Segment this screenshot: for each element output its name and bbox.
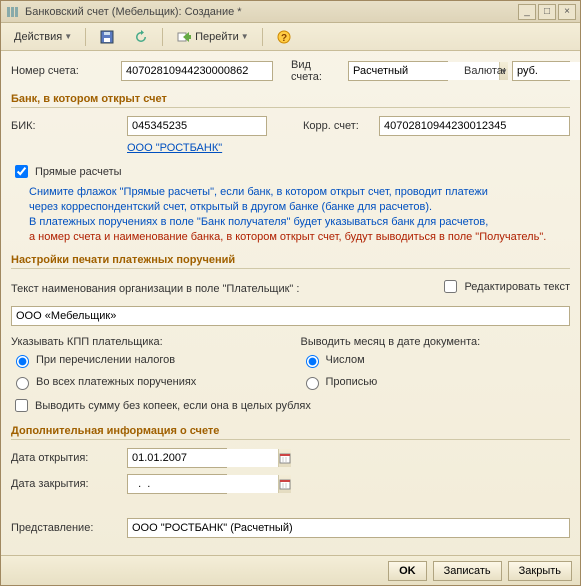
toolbar-separator: [162, 28, 163, 46]
save-icon-button[interactable]: [92, 27, 122, 47]
note-line: В платежных поручениях в поле "Банк полу…: [29, 215, 570, 230]
currency-combo[interactable]: …: [512, 61, 570, 81]
goto-menu[interactable]: Перейти ▼: [169, 27, 256, 47]
representation-input[interactable]: [127, 518, 570, 538]
close-date-input[interactable]: [128, 475, 278, 493]
currency-label: Валюта:: [464, 65, 506, 77]
window-title: Банковский счет (Мебельщик): Создание *: [25, 6, 516, 18]
direct-settlements-checkbox[interactable]: [15, 165, 28, 178]
direct-settlements-label: Прямые расчеты: [35, 166, 122, 178]
account-number-label: Номер счета:: [11, 65, 115, 77]
app-icon: [5, 4, 21, 20]
dropdown-icon: ▼: [64, 32, 72, 41]
note-line: через корреспондентский счет, открытый в…: [29, 200, 570, 215]
close-window-button[interactable]: ×: [558, 4, 576, 20]
toolbar-separator: [262, 28, 263, 46]
edit-text-label: Редактировать текст: [464, 281, 570, 293]
bank-section-title: Банк, в котором открыт счет: [11, 93, 570, 108]
dropdown-icon: ▼: [241, 32, 249, 41]
month-radio-number[interactable]: [306, 355, 319, 368]
open-date-input[interactable]: [128, 449, 278, 467]
payer-name-label: Текст наименования организации в поле "П…: [11, 283, 434, 295]
bik-label: БИК:: [11, 120, 121, 132]
kpp-radio-all[interactable]: [16, 377, 29, 390]
month-label: Выводить месяц в дате документа:: [301, 336, 571, 348]
note-line: а номер счета и наименование банка, в ко…: [29, 230, 570, 245]
month-option-wrapper: Прописью: [301, 374, 571, 390]
kpp-option1-label: При перечислении налогов: [36, 354, 175, 366]
kpp-option-wrapper: При перечислении налогов: [11, 352, 281, 368]
ok-button[interactable]: OK: [388, 561, 427, 581]
toolbar: Действия ▼ Перейти ▼ ?: [1, 23, 580, 51]
note-line: Снимите флажок "Прямые расчеты", если ба…: [29, 185, 570, 200]
calendar-icon[interactable]: [278, 475, 291, 493]
direct-settlements-note: Снимите флажок "Прямые расчеты", если ба…: [29, 185, 570, 244]
account-type-label: Вид счета:: [291, 59, 342, 83]
kpp-option2-label: Во всех платежных поручениях: [36, 376, 196, 388]
kpp-radio-taxes[interactable]: [16, 355, 29, 368]
actions-menu[interactable]: Действия ▼: [7, 27, 79, 47]
extra-section-title: Дополнительная информация о счете: [11, 425, 570, 440]
minimize-button[interactable]: _: [518, 4, 536, 20]
footer: OK Записать Закрыть: [1, 555, 580, 585]
refresh-icon-button[interactable]: [126, 27, 156, 47]
actions-label: Действия: [14, 31, 62, 43]
help-icon: ?: [276, 29, 292, 45]
refresh-icon: [133, 29, 149, 45]
save-button[interactable]: Записать: [433, 561, 502, 581]
edit-text-wrapper: Редактировать текст: [440, 277, 570, 296]
svg-text:?: ?: [281, 33, 287, 44]
kpp-label: Указывать КПП плательщика:: [11, 336, 281, 348]
corr-input[interactable]: [379, 116, 570, 136]
month-radio-words[interactable]: [306, 377, 319, 390]
print-section-title: Настройки печати платежных поручений: [11, 254, 570, 269]
month-option1-label: Числом: [326, 354, 365, 366]
corr-label: Корр. счет:: [303, 120, 373, 132]
edit-text-checkbox[interactable]: [444, 280, 457, 293]
close-date-label: Дата закрытия:: [11, 478, 121, 490]
account-number-input[interactable]: [121, 61, 273, 81]
goto-label: Перейти: [195, 31, 239, 43]
bik-input[interactable]: [127, 116, 267, 136]
toolbar-separator: [85, 28, 86, 46]
month-option2-label: Прописью: [326, 376, 378, 388]
open-date-label: Дата открытия:: [11, 452, 121, 464]
open-date-field[interactable]: [127, 448, 227, 468]
maximize-button[interactable]: □: [538, 4, 556, 20]
close-button[interactable]: Закрыть: [508, 561, 572, 581]
bank-link[interactable]: ООО "РОСТБАНК": [127, 142, 222, 154]
payer-name-input[interactable]: [11, 306, 570, 326]
account-type-combo[interactable]: ▼: [348, 61, 448, 81]
calendar-icon[interactable]: [278, 449, 291, 467]
help-button[interactable]: ?: [269, 27, 299, 47]
titlebar: Банковский счет (Мебельщик): Создание * …: [1, 1, 580, 23]
kpp-option-wrapper: Во всех платежных поручениях: [11, 374, 281, 390]
close-date-field[interactable]: [127, 474, 227, 494]
diskette-icon: [99, 29, 115, 45]
goto-icon: [176, 29, 192, 45]
no-kopecks-label: Выводить сумму без копеек, если она в це…: [35, 400, 311, 412]
no-kopecks-checkbox[interactable]: [15, 399, 28, 412]
currency-value[interactable]: [513, 62, 580, 80]
representation-label: Представление:: [11, 522, 121, 534]
month-option-wrapper: Числом: [301, 352, 571, 368]
